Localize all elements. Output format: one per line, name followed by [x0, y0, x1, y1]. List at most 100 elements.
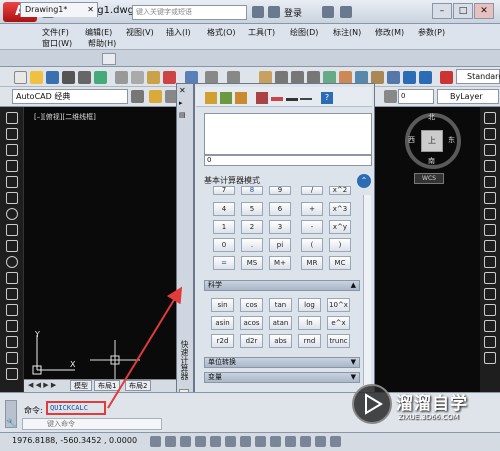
units-section-header[interactable]: 单位转换 ▼	[204, 357, 360, 368]
collapse-icon[interactable]: ⌃	[357, 174, 371, 188]
multiline-text-icon[interactable]	[6, 368, 18, 380]
menu-help[interactable]: 帮助(H)	[88, 38, 116, 49]
key-d2r[interactable]: d2r	[240, 334, 263, 348]
help-toolbar-icon[interactable]	[419, 71, 432, 84]
key-plus[interactable]: +	[301, 202, 323, 216]
help-icon[interactable]	[340, 6, 352, 18]
key-close-paren[interactable]: )	[329, 238, 351, 252]
clear-icon[interactable]	[205, 92, 217, 104]
key-open-paren[interactable]: (	[301, 238, 323, 252]
key-log[interactable]: log	[298, 298, 321, 312]
calc-input-box[interactable]: 0	[204, 155, 372, 166]
ellipse-icon[interactable]	[6, 256, 18, 268]
stretch-icon[interactable]	[484, 240, 496, 252]
viewport-label[interactable]: [–][俯视][二维线框]	[34, 112, 96, 122]
polar-tracking-icon[interactable]	[195, 436, 206, 447]
tab-layout2[interactable]: 布局2	[125, 380, 152, 391]
menu-tools[interactable]: 工具(T)	[248, 27, 275, 38]
key-pi[interactable]: pi	[269, 238, 291, 252]
key-2[interactable]: 2	[241, 220, 263, 234]
clear-history-icon[interactable]	[220, 92, 232, 104]
explode-icon[interactable]	[484, 352, 496, 364]
layout-nav-arrows[interactable]: ◀ ◀ ▶ ▶	[28, 381, 68, 391]
key-5[interactable]: 5	[241, 202, 263, 216]
open-icon[interactable]	[30, 71, 43, 84]
color-select[interactable]: ByLayer	[437, 89, 499, 104]
extend-icon[interactable]	[484, 272, 496, 284]
rotate-icon[interactable]	[484, 208, 496, 220]
coordinate-readout[interactable]: 1976.8188, -560.3452 , 0.0000	[12, 436, 137, 445]
3d-object-snap-icon[interactable]	[225, 436, 236, 447]
key-3[interactable]: 3	[269, 220, 291, 234]
palette-properties-icon[interactable]: ▤	[179, 111, 186, 119]
line-icon[interactable]	[6, 112, 18, 124]
key-atan[interactable]: atan	[269, 316, 292, 330]
key-decimal[interactable]: .	[241, 238, 263, 252]
snap-mode-icon[interactable]	[150, 436, 161, 447]
rectangle-icon[interactable]	[6, 176, 18, 188]
join-icon[interactable]	[484, 304, 496, 316]
ellipse-arc-icon[interactable]	[6, 272, 18, 284]
dynamic-ucs-icon[interactable]	[255, 436, 266, 447]
circle-icon[interactable]	[6, 208, 18, 220]
workspace-settings-icon[interactable]	[131, 90, 144, 103]
key-ten-power[interactable]: 10^x	[327, 298, 350, 312]
key-memory-recall[interactable]: MR	[301, 256, 323, 270]
object-snap-tracking-icon[interactable]	[240, 436, 251, 447]
menu-edit[interactable]: 编辑(E)	[85, 27, 112, 38]
variables-section-header[interactable]: 变量 ▼	[204, 372, 360, 383]
copy-object-icon[interactable]	[484, 128, 496, 140]
key-cos[interactable]: cos	[240, 298, 263, 312]
markup-icon[interactable]	[387, 71, 400, 84]
layer-properties-icon[interactable]	[149, 90, 162, 103]
menu-format[interactable]: 格式(O)	[207, 27, 236, 38]
text-style-select[interactable]: Standard	[456, 69, 500, 84]
key-rnd[interactable]: rnd	[298, 334, 321, 348]
make-block-icon[interactable]	[6, 304, 18, 316]
layer-select[interactable]: 0	[398, 89, 434, 104]
key-power[interactable]: x^y	[329, 220, 351, 234]
viewcube-south[interactable]: 南	[428, 156, 435, 166]
menu-dimension[interactable]: 标注(N)	[333, 27, 361, 38]
cut-icon[interactable]	[115, 71, 128, 84]
section-collapse-icon[interactable]: ▲	[351, 281, 356, 290]
minimize-button[interactable]: –	[432, 3, 452, 19]
menu-draw[interactable]: 绘图(D)	[290, 27, 318, 38]
angle-icon[interactable]	[286, 98, 298, 101]
transparency-icon[interactable]	[300, 436, 311, 447]
selection-cycling-icon[interactable]	[330, 436, 341, 447]
break-icon[interactable]	[484, 288, 496, 300]
wrench-icon[interactable]: 🔧	[6, 419, 17, 429]
paste-value-icon[interactable]	[235, 92, 247, 104]
point-icon[interactable]	[6, 320, 18, 332]
menu-window[interactable]: 窗口(W)	[42, 38, 72, 49]
paste-icon[interactable]	[147, 71, 160, 84]
new-icon[interactable]	[14, 71, 27, 84]
revision-cloud-icon[interactable]	[6, 224, 18, 236]
palette-autohide-icon[interactable]: ▸	[179, 99, 183, 107]
intersection-icon[interactable]	[300, 98, 312, 100]
binoculars-icon[interactable]	[252, 6, 264, 18]
key-r2d[interactable]: r2d	[211, 334, 234, 348]
viewcube-east[interactable]: 东	[448, 135, 455, 145]
palette-close-icon[interactable]: ✕	[179, 86, 186, 95]
key-memory-clear[interactable]: MC	[329, 256, 351, 270]
workspace-select[interactable]: AutoCAD 经典	[12, 89, 128, 104]
quick-properties-icon[interactable]	[315, 436, 326, 447]
key-8[interactable]: 8	[241, 186, 263, 195]
key-1[interactable]: 1	[213, 220, 235, 234]
arc-icon[interactable]	[6, 192, 18, 204]
key-divide[interactable]: /	[301, 186, 323, 195]
copy-icon[interactable]	[131, 71, 144, 84]
units-expand-icon[interactable]: ▼	[351, 358, 356, 367]
text-style-icon[interactable]	[440, 71, 453, 84]
calc-help-icon[interactable]: ?	[321, 92, 333, 104]
menu-parameters[interactable]: 参数(P)	[418, 27, 445, 38]
fillet-icon[interactable]	[484, 336, 496, 348]
key-cube[interactable]: x^3	[329, 202, 351, 216]
print-icon[interactable]	[62, 71, 75, 84]
tab-drawing1[interactable]: Drawing1* ✕	[20, 2, 98, 17]
save-icon[interactable]	[46, 71, 59, 84]
key-minus[interactable]: -	[301, 220, 323, 234]
spline-icon[interactable]	[6, 240, 18, 252]
